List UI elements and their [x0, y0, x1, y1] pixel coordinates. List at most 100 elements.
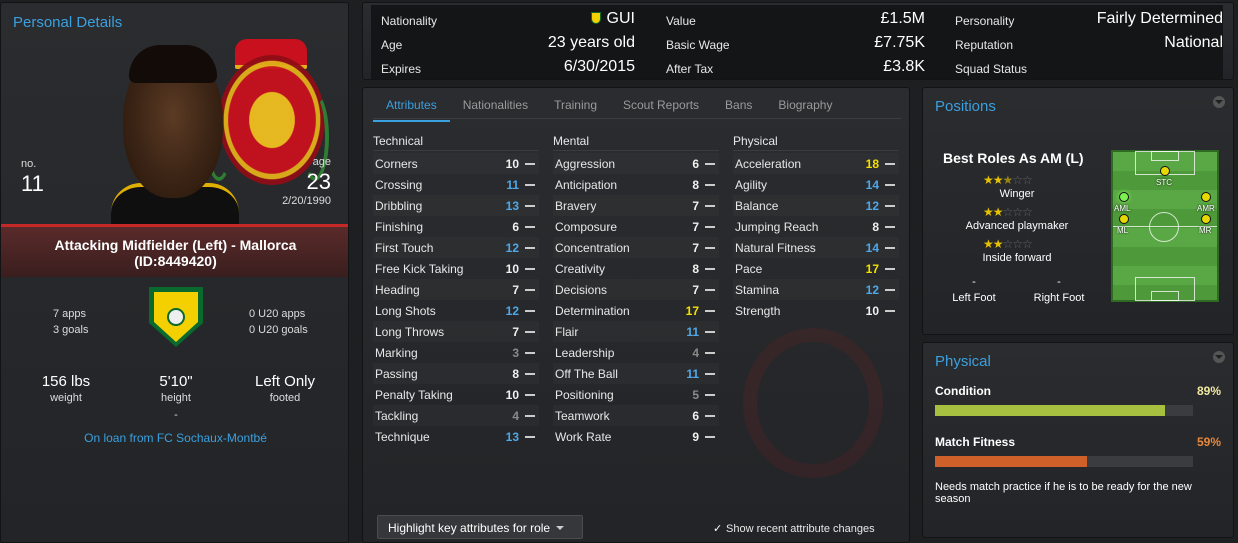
- attribute-row[interactable]: Tackling 4: [373, 405, 539, 426]
- u20-goals-count: 0 U20 goals: [249, 324, 308, 336]
- trend-dash-icon: [705, 288, 715, 291]
- attribute-value: 14: [865, 177, 879, 192]
- attribute-row[interactable]: Pace 17: [733, 258, 899, 279]
- attribute-row[interactable]: Teamwork 6: [553, 405, 719, 426]
- attribute-value: 11: [686, 324, 699, 339]
- attribute-row[interactable]: Leadership 4: [553, 342, 719, 363]
- attribute-row[interactable]: Strength 10: [733, 300, 899, 321]
- trend-dash-icon: [525, 204, 535, 207]
- trend-dash-icon: [525, 288, 535, 291]
- trend-dash-icon: [885, 309, 895, 312]
- attribute-name: Strength: [735, 303, 781, 318]
- trend-dash-icon: [705, 267, 715, 270]
- height-value: 5'10": [159, 373, 193, 390]
- attribute-row[interactable]: Free Kick Taking 10: [373, 258, 539, 279]
- best-roles-title: Best Roles As AM (L): [943, 150, 1084, 166]
- trend-dash-icon: [705, 372, 715, 375]
- attribute-value: 13: [505, 429, 519, 444]
- attribute-name: Decisions: [555, 282, 608, 297]
- expires-label: Expires: [381, 62, 422, 76]
- attribute-row[interactable]: Crossing 11: [373, 174, 539, 195]
- attribute-row[interactable]: Long Throws 7: [373, 321, 539, 342]
- attribute-name: Teamwork: [555, 408, 610, 423]
- position-label-mr: MR: [1199, 226, 1212, 235]
- attribute-name: Jumping Reach: [735, 219, 819, 234]
- value-label: Value: [666, 14, 696, 28]
- trend-dash-icon: [885, 162, 895, 165]
- technical-header: Technical: [373, 134, 539, 151]
- attribute-row[interactable]: Creativity 8: [553, 258, 719, 279]
- position-pitch-diagram[interactable]: STC AML AMR ML MR: [1111, 150, 1219, 302]
- attribute-row[interactable]: Long Shots 12: [373, 300, 539, 321]
- attribute-name: Anticipation: [555, 177, 618, 192]
- attribute-row[interactable]: Finishing 6: [373, 216, 539, 237]
- attribute-row[interactable]: Stamina 12: [733, 279, 899, 300]
- attribute-row[interactable]: Acceleration 18: [733, 153, 899, 174]
- collapse-icon[interactable]: [1213, 96, 1225, 108]
- trend-dash-icon: [705, 162, 715, 165]
- trend-dash-icon: [885, 246, 895, 249]
- trend-dash-icon: [525, 414, 535, 417]
- highlight-attributes-dropdown[interactable]: Highlight key attributes for role: [377, 515, 583, 539]
- personality-label: Personality: [955, 14, 1015, 28]
- attribute-row[interactable]: Concentration 7: [553, 237, 719, 258]
- attribute-row[interactable]: Anticipation 8: [553, 174, 719, 195]
- attribute-row[interactable]: Natural Fitness 14: [733, 237, 899, 258]
- attribute-value: 17: [685, 303, 699, 318]
- attribute-value: 7: [692, 240, 699, 255]
- attribute-row[interactable]: Penalty Taking 10: [373, 384, 539, 405]
- attribute-row[interactable]: Determination 17: [553, 300, 719, 321]
- trend-dash-icon: [705, 435, 715, 438]
- attribute-row[interactable]: Aggression 6: [553, 153, 719, 174]
- attribute-row[interactable]: Decisions 7: [553, 279, 719, 300]
- attribute-row[interactable]: Flair 11: [553, 321, 719, 342]
- attribute-name: Off The Ball: [555, 366, 618, 381]
- attribute-row[interactable]: Composure 7: [553, 216, 719, 237]
- attribute-row[interactable]: Balance 12: [733, 195, 899, 216]
- attribute-row[interactable]: Corners 10: [373, 153, 539, 174]
- attribute-name: Acceleration: [735, 156, 802, 171]
- attribute-row[interactable]: Passing 8: [373, 363, 539, 384]
- attribute-value: 11: [686, 366, 699, 381]
- trend-dash-icon: [885, 267, 895, 270]
- nationality-value[interactable]: GUI: [531, 10, 635, 28]
- attribute-name: Stamina: [735, 282, 780, 297]
- attribute-row[interactable]: Agility 14: [733, 174, 899, 195]
- age-label: age: [312, 156, 331, 168]
- age-label: Age: [381, 38, 403, 52]
- position-dot-stc: [1160, 166, 1170, 176]
- technical-column: Technical Corners 10 Crossing 11 Dribbling 13…: [373, 134, 539, 447]
- attribute-name: Marking: [375, 345, 418, 360]
- after-tax-amount: £3.8K: [883, 58, 925, 75]
- reputation-label: Reputation: [955, 38, 1014, 52]
- club-crest-watermark: [743, 328, 883, 478]
- player-id: (ID:8449420): [134, 253, 217, 269]
- attribute-row[interactable]: Technique 13: [373, 426, 539, 447]
- attribute-row[interactable]: First Touch 12: [373, 237, 539, 258]
- attribute-name: Work Rate: [555, 429, 612, 444]
- show-recent-changes-checkbox[interactable]: ✓ Show recent attribute changes: [713, 522, 875, 535]
- attribute-name: Positioning: [555, 387, 614, 402]
- attribute-row[interactable]: Dribbling 13: [373, 195, 539, 216]
- attribute-name: Leadership: [555, 345, 615, 360]
- attribute-name: Flair: [555, 324, 579, 339]
- attribute-name: Balance: [735, 198, 779, 213]
- attribute-row[interactable]: Positioning 5: [553, 384, 719, 405]
- role-rating-stars: ★★☆☆☆: [983, 205, 1033, 219]
- attribute-value: 13: [505, 198, 519, 213]
- attribute-row[interactable]: Bravery 7: [553, 195, 719, 216]
- loan-link[interactable]: On loan from FC Sochaux-Montbé: [1, 431, 348, 445]
- trend-dash-icon: [705, 330, 715, 333]
- attribute-row[interactable]: Off The Ball 11: [553, 363, 719, 384]
- attribute-row[interactable]: Work Rate 9: [553, 426, 719, 447]
- player-role: Attacking Midfielder (Left) - Mallorca: [54, 237, 297, 253]
- attribute-row[interactable]: Marking 3: [373, 342, 539, 363]
- match-fitness-value: 59%: [1196, 435, 1221, 449]
- attribute-row[interactable]: Jumping Reach 8: [733, 216, 899, 237]
- attribute-value: 7: [692, 219, 699, 234]
- attribute-row[interactable]: Heading 7: [373, 279, 539, 300]
- role-name: Inside forward: [982, 252, 1052, 264]
- position-label-stc: STC: [1156, 178, 1172, 187]
- collapse-icon[interactable]: [1213, 351, 1225, 363]
- position-dot-ml: [1119, 214, 1129, 224]
